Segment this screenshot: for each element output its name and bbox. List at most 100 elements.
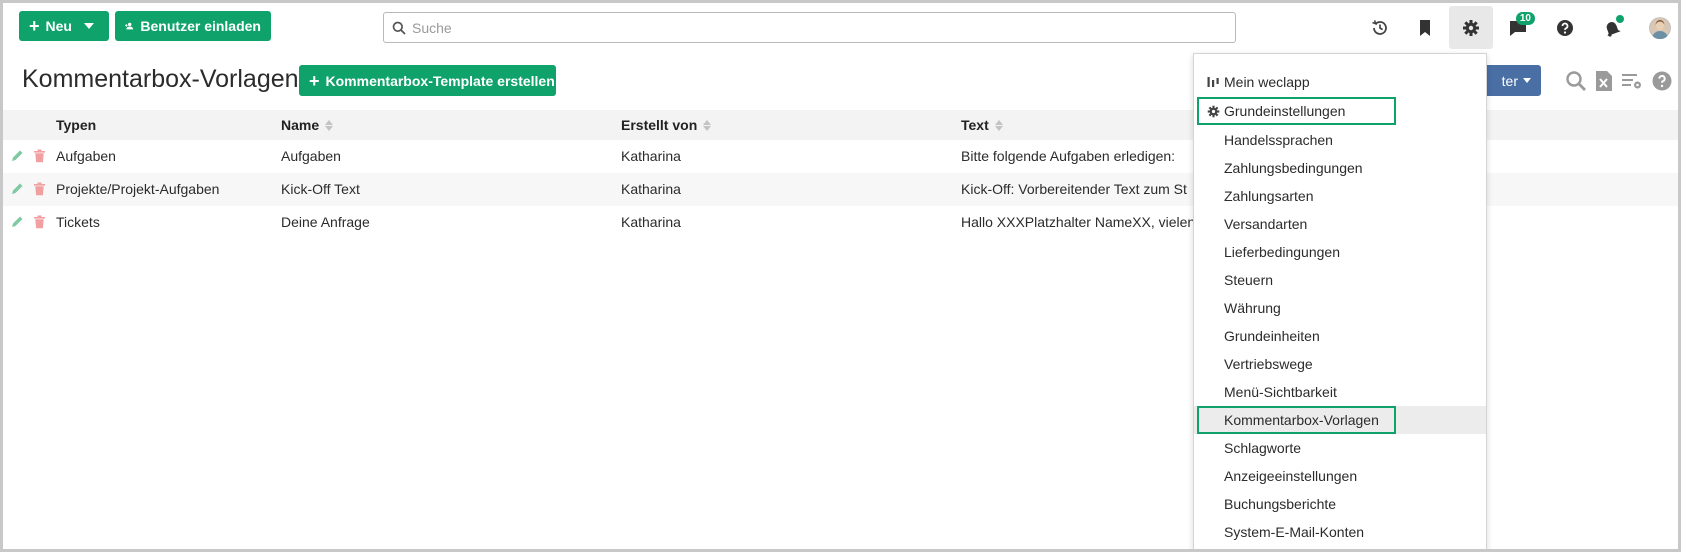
menu-item-kommentarbox-vorlagen[interactable]: Kommentarbox-Vorlagen: [1197, 406, 1396, 434]
menu-item-schlagworte[interactable]: Schlagworte: [1194, 434, 1486, 462]
cell-typ: Aufgaben: [56, 148, 116, 164]
menu-item-grundeinheiten[interactable]: Grundeinheiten: [1194, 322, 1486, 350]
menu-item-label: Steuern: [1224, 272, 1274, 288]
menu-item-label: Grundeinheiten: [1224, 328, 1320, 344]
menu-item-label: Zahlungsarten: [1224, 188, 1314, 204]
menu-item-label: Versandarten: [1224, 216, 1308, 232]
menu-item-label: Menü-Sichtbarkeit: [1224, 384, 1337, 400]
history-icon: [1372, 20, 1387, 35]
menu-item-versandarten[interactable]: Versandarten: [1194, 210, 1486, 238]
new-button[interactable]: + Neu: [19, 11, 109, 41]
cell-typ: Projekte/Projekt-Aufgaben: [56, 181, 220, 197]
menu-item-anzeigeeinstellungen[interactable]: Anzeigeeinstellungen: [1194, 462, 1486, 490]
column-header-label: Erstellt von: [621, 117, 698, 133]
search-icon: [392, 21, 406, 35]
page-help-button[interactable]: [1650, 69, 1674, 93]
column-header-typen[interactable]: Typen: [56, 117, 96, 133]
excel-icon: [1596, 71, 1612, 91]
column-header-label: Text: [961, 117, 989, 133]
menu-item-label: Anzeigeeinstellungen: [1224, 468, 1358, 484]
page-title: Kommentarbox-Vorlagen: [22, 65, 299, 93]
menu-item-system-e-mail-konten[interactable]: System-E-Mail-Konten: [1194, 518, 1486, 546]
table-search-button[interactable]: [1564, 69, 1588, 93]
pencil-icon: [12, 150, 23, 161]
pencil-icon: [12, 183, 23, 194]
dashboard-icon: [1206, 75, 1220, 89]
help-icon: [1652, 71, 1672, 91]
user-avatar-button[interactable]: [1645, 13, 1675, 43]
menu-item-label: Kommentarbox-Vorlagen: [1224, 412, 1379, 428]
gear-icon: [1206, 104, 1220, 118]
search-icon: [1566, 71, 1586, 91]
menu-item-label: Buchungsberichte: [1224, 496, 1337, 512]
column-header-text[interactable]: Text: [961, 117, 1003, 133]
bookmarks-button[interactable]: [1410, 13, 1440, 43]
delete-button[interactable]: [31, 214, 47, 230]
cell-name: Deine Anfrage: [281, 214, 370, 230]
plus-icon: +: [29, 16, 40, 36]
delete-button[interactable]: [31, 148, 47, 164]
cell-name: Kick-Off Text: [281, 181, 360, 197]
menu-item-label: Mein weclapp: [1224, 74, 1310, 90]
chevron-down-icon: [1523, 78, 1531, 83]
cell-typ: Tickets: [56, 214, 100, 230]
history-button[interactable]: [1365, 13, 1395, 43]
edit-button[interactable]: [9, 148, 25, 164]
pencil-icon: [12, 216, 23, 227]
cell-erstellt-von: Katharina: [621, 148, 681, 164]
search-box[interactable]: [383, 12, 1236, 43]
invite-user-button[interactable]: Benutzer einladen: [115, 11, 271, 41]
cell-text: Bitte folgende Aufgaben erledigen:: [961, 148, 1176, 164]
settings-dropdown: Mein weclapp Grundeinstellungen Handelss…: [1193, 53, 1487, 549]
column-header-name[interactable]: Name: [281, 117, 334, 133]
menu-item-label: System-E-Mail-Konten: [1224, 524, 1365, 540]
menu-item-mein-weclapp[interactable]: Mein weclapp: [1194, 68, 1486, 96]
cell-text: Kick-Off: Vorbereitender Text zum St: [961, 181, 1187, 197]
trash-icon: [33, 182, 45, 196]
delete-button[interactable]: [31, 181, 47, 197]
settings-button[interactable]: [1449, 6, 1493, 49]
gear-icon: [1463, 19, 1479, 36]
menu-item-label: Währung: [1224, 300, 1281, 316]
menu-item-buchungsberichte[interactable]: Buchungsberichte: [1194, 490, 1486, 518]
create-template-label: Kommentarbox-Template erstellen: [325, 72, 555, 89]
bookmark-icon: [1420, 20, 1430, 36]
menu-item-label: Lieferbedingungen: [1224, 244, 1340, 260]
menu-item-zahlungsarten[interactable]: Zahlungsarten: [1194, 182, 1486, 210]
new-button-label: Neu: [45, 18, 72, 34]
notification-dot: [1616, 15, 1624, 23]
menu-item-handelssprachen[interactable]: Handelssprachen: [1194, 126, 1486, 154]
menu-item-lieferbedingungen[interactable]: Lieferbedingungen: [1194, 238, 1486, 266]
cell-erstellt-von: Katharina: [621, 214, 681, 230]
cell-text: Hallo XXXPlatzhalter NameXX, vielen: [961, 214, 1196, 230]
menu-item-label: Grundeinstellungen: [1224, 103, 1346, 119]
menu-item-vertriebswege[interactable]: Vertriebswege: [1194, 350, 1486, 378]
column-header-erstellt-von[interactable]: Erstellt von: [621, 117, 712, 133]
column-header-label: Name: [281, 117, 320, 133]
sort-icon: [994, 119, 1003, 131]
menu-item-menue-sichtbarkeit[interactable]: Menü-Sichtbarkeit: [1194, 378, 1486, 406]
edit-button[interactable]: [9, 214, 25, 230]
invite-user-label: Benutzer einladen: [140, 18, 261, 34]
column-settings-button[interactable]: [1620, 69, 1644, 93]
chevron-down-icon: [83, 23, 94, 29]
messages-badge: 10: [1515, 12, 1535, 25]
help-button[interactable]: [1550, 13, 1580, 43]
cell-erstellt-von: Katharina: [621, 181, 681, 197]
list-settings-icon: [1622, 74, 1641, 89]
filter-button-label: ter: [1501, 72, 1518, 89]
messages-button[interactable]: 10: [1503, 12, 1535, 43]
menu-item-zahlungsbedingungen[interactable]: Zahlungsbedingungen: [1194, 154, 1486, 182]
avatar: [1649, 17, 1671, 39]
menu-item-waehrung[interactable]: Währung: [1194, 294, 1486, 322]
create-template-button[interactable]: + Kommentarbox-Template erstellen: [299, 65, 556, 96]
menu-item-steuern[interactable]: Steuern: [1194, 266, 1486, 294]
column-header-label: Typen: [56, 117, 97, 133]
edit-button[interactable]: [9, 181, 25, 197]
trash-icon: [33, 149, 45, 163]
search-input[interactable]: [412, 19, 1212, 36]
top-bar: + Neu Benutzer einladen 10: [3, 3, 1678, 53]
excel-export-button[interactable]: [1592, 69, 1616, 93]
menu-item-grundeinstellungen[interactable]: Grundeinstellungen: [1197, 97, 1396, 125]
notifications-button[interactable]: [1597, 13, 1627, 43]
